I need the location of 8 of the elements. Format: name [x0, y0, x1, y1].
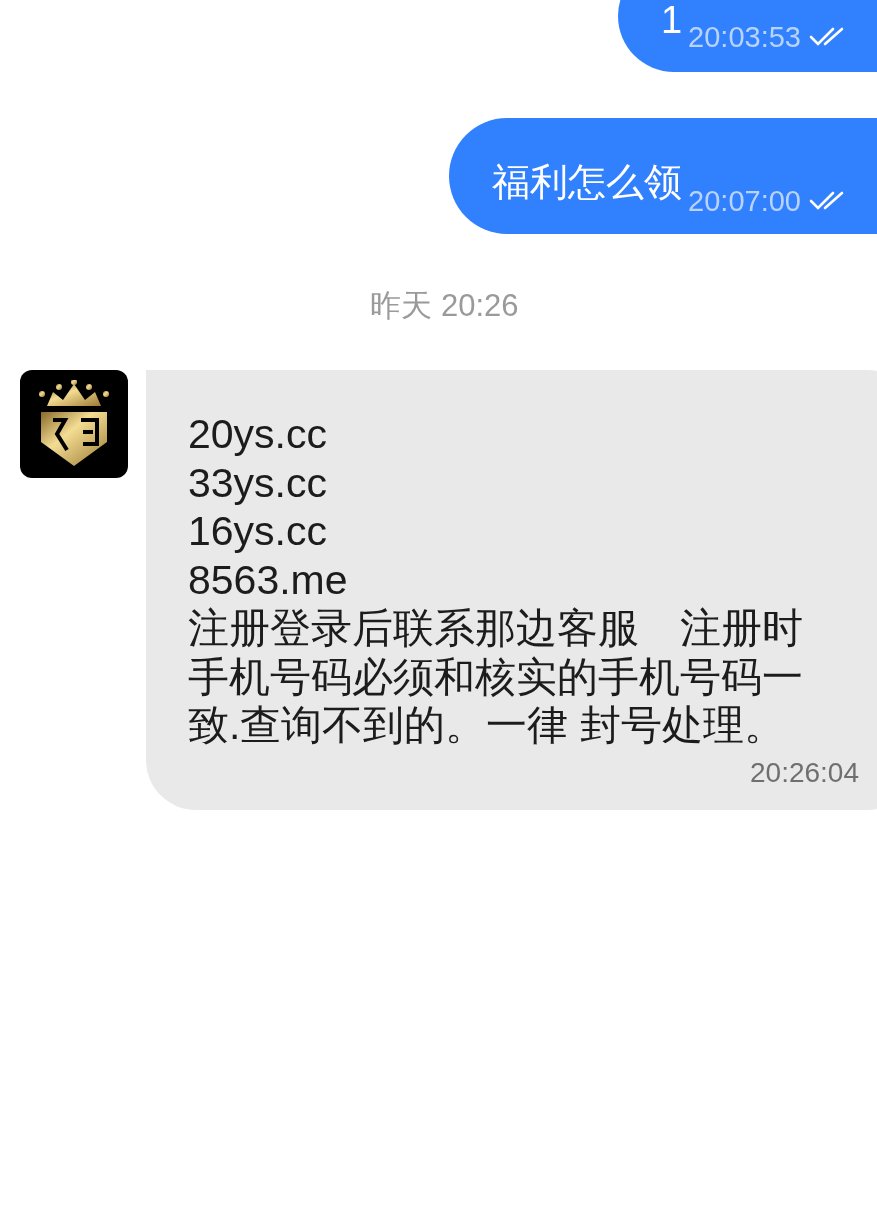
message-text: 1	[660, 0, 683, 42]
date-separator: 昨天 20:26	[370, 287, 519, 325]
message-time: 20:03:53	[688, 20, 801, 54]
message-text: 福利怎么领	[492, 160, 683, 204]
message-text: 20ys.cc 33ys.cc 16ys.cc 8563.me 注册登录后联系那边客服 注册时手机号码必须和核实的手机号码一致.查询不到的。一律 封号处理。	[188, 410, 804, 750]
message-time: 20:07:00	[688, 184, 801, 218]
message-time: 20:26:04	[750, 755, 859, 790]
crown-shield-icon	[39, 380, 109, 468]
